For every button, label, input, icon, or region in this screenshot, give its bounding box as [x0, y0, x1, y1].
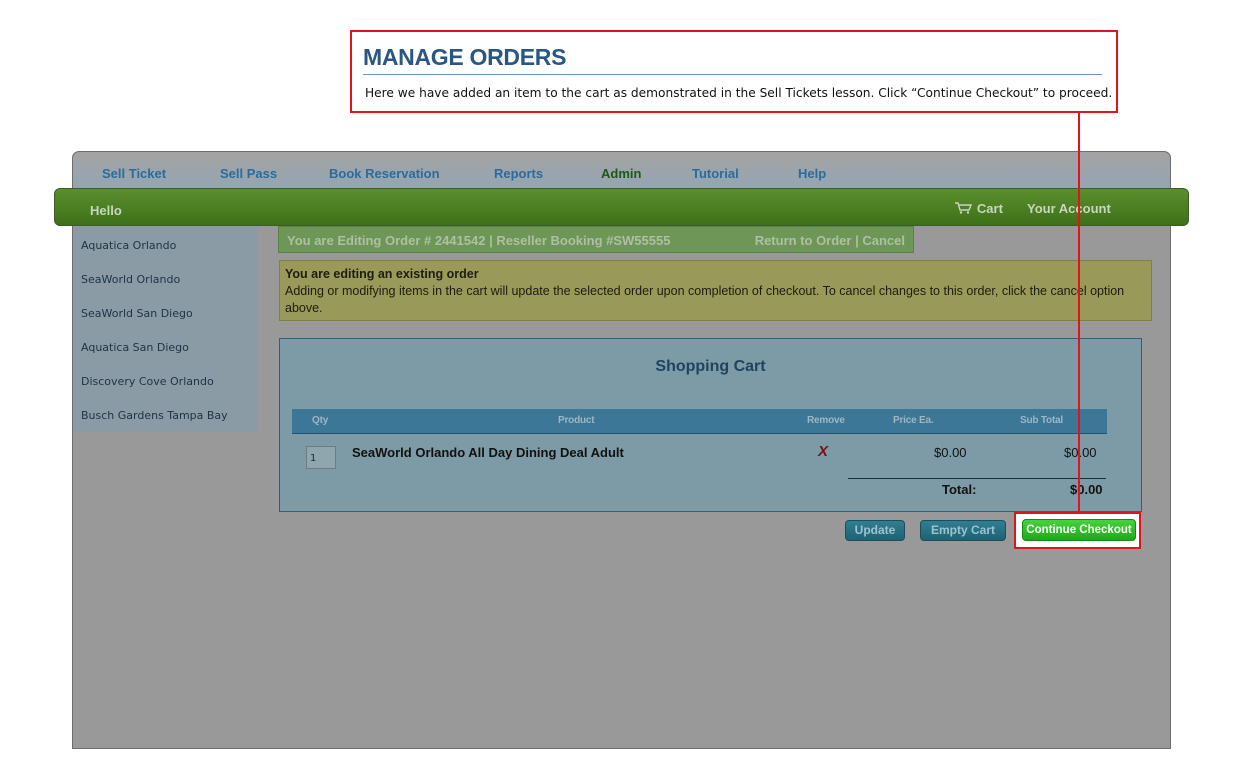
quantity-input[interactable]: 1 — [306, 446, 336, 469]
column-header-subtotal: Sub Total — [1020, 415, 1064, 426]
sidebar-item-seaworld-san-diego[interactable]: SeaWorld San Diego — [81, 307, 193, 320]
nav-sell-pass[interactable]: Sell Pass — [220, 166, 277, 181]
callout-title: MANAGE ORDERS — [363, 44, 567, 70]
sidebar-item-discovery-cove-orlando[interactable]: Discovery Cove Orlando — [81, 375, 214, 388]
nav-sell-ticket[interactable]: Sell Ticket — [102, 166, 166, 181]
header-bar: Hello Cart Your Account — [54, 188, 1189, 226]
tutorial-callout: MANAGE ORDERS Here we have added an item… — [350, 30, 1118, 113]
continue-checkout-button[interactable]: Continue Checkout — [1022, 519, 1136, 541]
sidebar-item-aquatica-san-diego[interactable]: Aquatica San Diego — [81, 341, 189, 354]
sidebar-item-aquatica-orlando[interactable]: Aquatica Orlando — [81, 239, 176, 252]
price-each: $0.00 — [934, 445, 967, 460]
sidebar-item-busch-gardens-tampa-bay[interactable]: Busch Gardens Tampa Bay — [81, 409, 228, 422]
callout-text: Here we have added an item to the cart a… — [365, 86, 1113, 100]
cart-link[interactable]: Cart — [955, 200, 1003, 216]
column-header-qty: Qty — [312, 415, 329, 426]
total-value: $0.00 — [1070, 482, 1103, 497]
nav-tutorial[interactable]: Tutorial — [692, 166, 739, 181]
notice-heading: You are editing an existing order — [285, 267, 479, 281]
cart-title: Shopping Cart — [655, 358, 766, 375]
editing-notice: You are editing an existing order Adding… — [279, 260, 1152, 321]
nav-reports[interactable]: Reports — [494, 166, 543, 181]
update-button[interactable]: Update — [845, 520, 905, 541]
product-name: SeaWorld Orlando All Day Dining Deal Adu… — [352, 445, 624, 460]
sidebar: Aquatica Orlando SeaWorld Orlando SeaWor… — [73, 227, 258, 431]
column-header-price: Price Ea. — [893, 415, 934, 426]
editing-links: Return to Order | Cancel — [755, 233, 905, 248]
editing-order-text: You are Editing Order # 2441542 | Resell… — [287, 233, 671, 248]
callout-connector-line — [1078, 113, 1080, 513]
nav-help[interactable]: Help — [798, 166, 826, 181]
remove-item-icon[interactable]: X — [818, 443, 828, 460]
row-subtotal: $0.00 — [1064, 445, 1097, 460]
sidebar-item-seaworld-orlando[interactable]: SeaWorld Orlando — [81, 273, 180, 286]
nav-book-reservation[interactable]: Book Reservation — [329, 166, 440, 181]
column-header-remove: Remove — [807, 415, 845, 426]
your-account-link[interactable]: Your Account — [1027, 201, 1111, 216]
cart-label: Cart — [976, 201, 1003, 216]
shopping-cart-panel: Shopping Cart Qty Product Remove Price E… — [279, 338, 1142, 512]
editing-order-bar: You are Editing Order # 2441542 | Resell… — [278, 226, 914, 253]
column-header-product: Product — [558, 415, 595, 426]
cart-table-header: Qty Product Remove Price Ea. Sub Total — [292, 409, 1107, 434]
nav-admin[interactable]: Admin — [601, 166, 641, 181]
total-label: Total: — [942, 482, 977, 497]
return-to-order-link[interactable]: Return to Order — [755, 233, 852, 248]
empty-cart-button[interactable]: Empty Cart — [920, 520, 1006, 541]
total-divider — [848, 478, 1106, 479]
top-nav: Sell Ticket Sell Pass Book Reservation R… — [73, 152, 1170, 190]
callout-divider — [363, 74, 1102, 75]
cancel-link[interactable]: Cancel — [862, 233, 905, 248]
cart-icon — [955, 200, 976, 216]
notice-body: Adding or modifying items in the cart wi… — [285, 284, 1125, 315]
link-separator: | — [851, 233, 863, 248]
greeting: Hello — [90, 203, 122, 218]
